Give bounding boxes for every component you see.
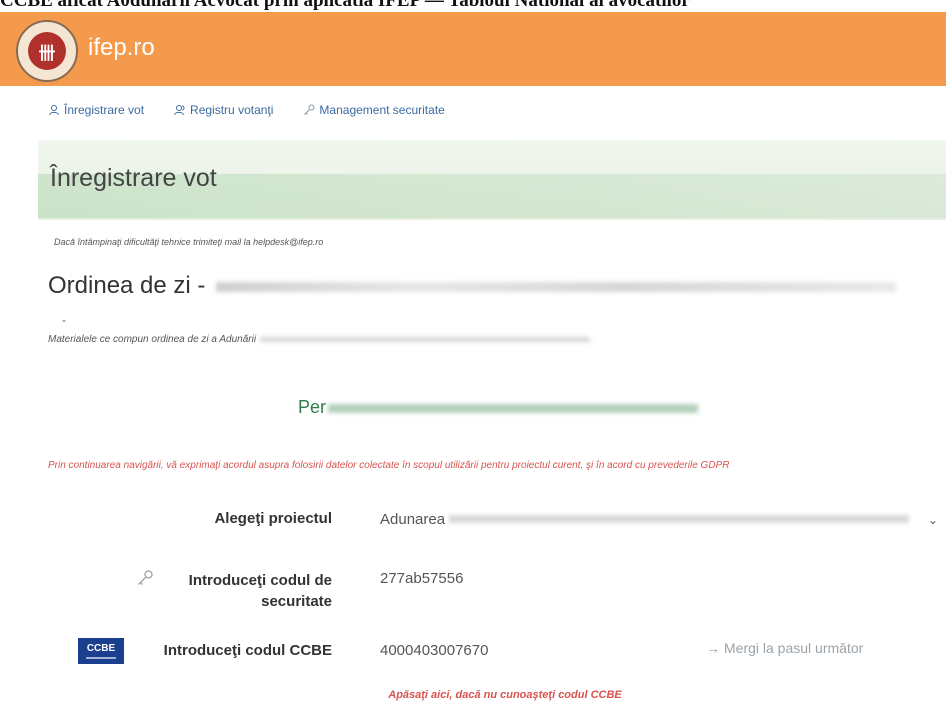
nav-item-management-securitate[interactable]: Management securitate	[303, 103, 445, 117]
page-title-banner: Înregistrare vot	[38, 140, 946, 220]
ccbe-code-field[interactable]: 4000403007670	[380, 642, 488, 659]
nav-label: Management securitate	[319, 103, 445, 117]
main-nav: Înregistrare vot Registru votanţi Manage…	[48, 103, 445, 117]
agenda-heading: Ordinea de zi -	[48, 272, 897, 300]
nav-label: Înregistrare vot	[64, 103, 145, 117]
gdpr-notice: Prin continuarea navigării, vă exprimaţi…	[48, 460, 730, 471]
period-prefix: Per	[298, 397, 327, 417]
users-icon	[174, 105, 185, 116]
voting-period-heading: Per	[298, 397, 699, 418]
period-blurred-text	[328, 403, 699, 413]
ccbe-badge-underline	[86, 656, 116, 659]
nav-item-inregistrare-vot[interactable]: Înregistrare vot	[48, 103, 144, 117]
helpdesk-note: Dacă întâmpinaţi dificultăţi tehnice tri…	[54, 237, 324, 247]
nav-item-registru-votanti[interactable]: Registru votanţi	[174, 103, 273, 117]
materials-text: Materialele ce compun ordinea de zi a Ad…	[48, 334, 257, 345]
project-selected-value: Adunarea	[380, 510, 446, 528]
ifep-logo[interactable]: 卌	[16, 20, 78, 82]
logo-emblem-icon: 卌	[28, 32, 66, 70]
security-code-label: Introduceţi codul de securitate	[188, 572, 332, 610]
page-title: Înregistrare vot	[50, 164, 217, 192]
ccbe-logo: CCBE	[78, 638, 124, 664]
site-name[interactable]: ifep.ro	[88, 34, 155, 62]
materials-link[interactable]: Materialele ce compun ordinea de zi a Ad…	[48, 334, 591, 345]
project-label: Alegeţi proiectul	[214, 510, 332, 527]
unknown-ccbe-code-link[interactable]: Apăsaţi aici, dacă nu cunoaşteţi codul C…	[370, 688, 640, 702]
ccbe-badge-text: CCBE	[86, 642, 116, 654]
nav-label: Registru votanţi	[190, 103, 274, 117]
arrow-right-icon: →	[706, 640, 720, 656]
key-icon	[304, 104, 315, 115]
agenda-prefix: Ordinea de zi -	[48, 272, 213, 299]
document-caption: CCBE aflcat A0dunarii Acvocat prin aplic…	[0, 0, 946, 10]
project-blurred-text	[449, 515, 910, 523]
next-step-button[interactable]: → Mergi la pasul următor	[706, 640, 863, 656]
materials-blurred-text	[260, 336, 591, 342]
project-select[interactable]: Adunarea ⌄	[380, 508, 946, 530]
next-step-label: Mergi la pasul următor	[724, 640, 864, 656]
agenda-dash: -	[62, 313, 66, 327]
key-icon	[138, 570, 153, 585]
ccbe-code-label: Introduceţi codul CCBE	[163, 642, 332, 659]
user-icon	[49, 105, 59, 116]
security-code-field[interactable]: 277ab57556	[380, 570, 463, 587]
chevron-down-icon: ⌄	[927, 513, 938, 527]
agenda-blurred-text	[216, 281, 897, 292]
